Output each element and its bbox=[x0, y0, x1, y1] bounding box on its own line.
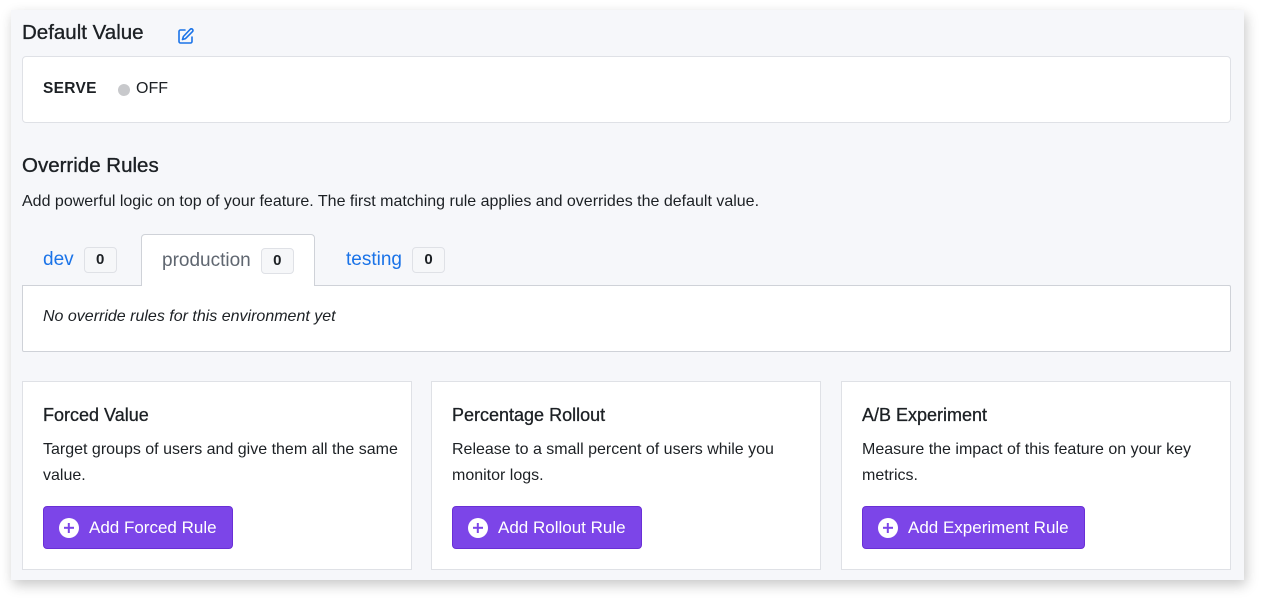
override-rules-title: Override Rules bbox=[22, 154, 159, 177]
override-rules-description: Add powerful logic on top of your featur… bbox=[22, 193, 760, 210]
status-dot-icon bbox=[118, 84, 130, 96]
serve-value: OFF bbox=[136, 80, 168, 97]
plus-circle-icon bbox=[878, 517, 898, 538]
add-experiment-rule-button[interactable]: Add Experiment Rule bbox=[862, 506, 1085, 549]
rule-card-title: A/B Experiment bbox=[862, 405, 988, 425]
tab-label: dev bbox=[43, 249, 74, 270]
ab-experiment-card: A/B Experiment Measure the impact of thi… bbox=[841, 381, 1231, 570]
tab-production[interactable]: production 0 bbox=[141, 234, 315, 286]
tab-label: testing bbox=[346, 249, 402, 270]
plus-circle-icon bbox=[468, 517, 488, 538]
add-rollout-rule-button[interactable]: Add Rollout Rule bbox=[452, 506, 642, 549]
rule-card-description: Measure the impact of this feature on yo… bbox=[862, 441, 1192, 484]
tab-count-badge: 0 bbox=[260, 247, 294, 274]
serve-label: SERVE bbox=[43, 80, 97, 97]
feature-rules-panel: Default Value SERVE OFF Override Rules A… bbox=[11, 10, 1244, 580]
tab-count-badge: 0 bbox=[83, 247, 117, 273]
empty-state-message: No override rules for this environment y… bbox=[43, 308, 336, 325]
rule-card-title: Percentage Rollout bbox=[452, 405, 606, 425]
plus-circle-icon bbox=[59, 517, 79, 538]
rule-card-description: Release to a small percent of users whil… bbox=[452, 441, 774, 484]
tab-dev[interactable]: dev 0 bbox=[23, 234, 137, 286]
rule-card-title: Forced Value bbox=[43, 405, 149, 425]
edit-icon[interactable] bbox=[177, 27, 195, 45]
tab-label: production bbox=[162, 249, 251, 271]
default-value-card: SERVE OFF bbox=[22, 56, 1231, 123]
default-value-title: Default Value bbox=[22, 21, 144, 44]
tab-panel: No override rules for this environment y… bbox=[22, 285, 1231, 352]
button-label: Add Experiment Rule bbox=[908, 517, 1069, 537]
button-label: Add Rollout Rule bbox=[498, 517, 626, 537]
tab-count-badge: 0 bbox=[411, 247, 445, 273]
tab-testing[interactable]: testing 0 bbox=[326, 234, 465, 286]
add-forced-rule-button[interactable]: Add Forced Rule bbox=[43, 506, 233, 549]
percentage-rollout-card: Percentage Rollout Release to a small pe… bbox=[431, 381, 821, 570]
button-label: Add Forced Rule bbox=[89, 517, 217, 537]
rule-card-description: Target groups of users and give them all… bbox=[43, 441, 398, 484]
forced-value-card: Forced Value Target groups of users and … bbox=[22, 381, 412, 570]
